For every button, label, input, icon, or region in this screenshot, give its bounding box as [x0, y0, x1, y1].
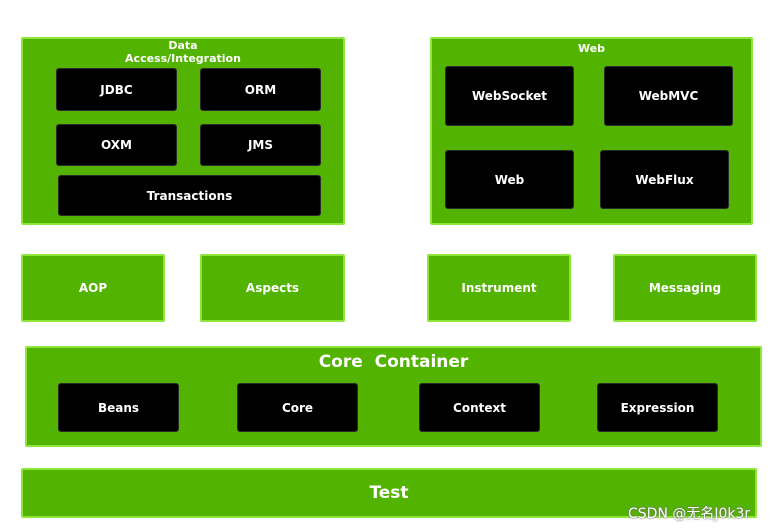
- group-title: Web: [577, 42, 606, 55]
- module-context: Context: [419, 383, 540, 432]
- module-web: Web: [445, 150, 574, 209]
- module-beans: Beans: [58, 383, 179, 432]
- module-jms: JMS: [200, 124, 321, 166]
- module-oxm: OXM: [56, 124, 177, 166]
- module-webflux: WebFlux: [600, 150, 729, 209]
- module-jdbc: JDBC: [56, 68, 177, 111]
- module-messaging: Messaging: [613, 254, 757, 322]
- module-transactions: Transactions: [58, 175, 321, 216]
- module-aop: AOP: [21, 254, 165, 322]
- group-title: Access/Integration: [125, 52, 241, 65]
- group-title: Core Container: [318, 352, 469, 372]
- module-core: Core: [237, 383, 358, 432]
- module-aspects: Aspects: [200, 254, 345, 322]
- module-websocket: WebSocket: [445, 66, 574, 126]
- module-expression: Expression: [597, 383, 718, 432]
- group-title: Data: [168, 39, 198, 52]
- watermark: CSDN @无名J0k3r: [628, 506, 751, 522]
- module-instrument: Instrument: [427, 254, 571, 322]
- module-webmvc: WebMVC: [604, 66, 733, 126]
- module-orm: ORM: [200, 68, 321, 111]
